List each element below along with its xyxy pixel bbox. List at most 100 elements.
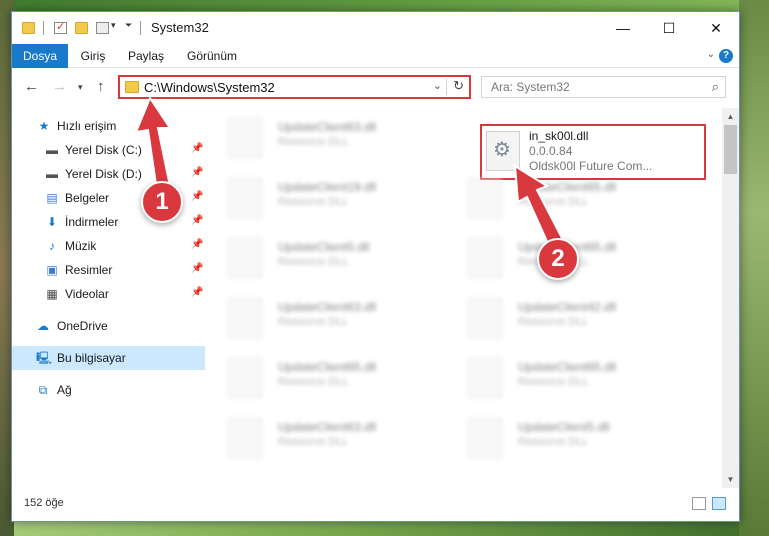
pin-icon[interactable]: 📌 (191, 239, 203, 250)
network-icon: ⧉ (38, 383, 48, 397)
list-item[interactable]: UpdateClient63.dll Resource DLL (208, 112, 438, 166)
address-bar[interactable]: C:\Windows\System32 ⌄ ↻ (118, 75, 471, 99)
status-bar: 152 öğe (12, 488, 739, 521)
title-bar: ▾ ⏷ System32 — ☐ ✕ (12, 12, 739, 44)
sidebar-item-quick-access[interactable]: ★ Hızlı erişim (12, 114, 205, 138)
file-name: UpdateClient65.dll (518, 180, 617, 194)
sidebar-item-label: Resimler (65, 263, 113, 277)
gear-icon: ⚙ (493, 139, 511, 161)
list-item[interactable]: UpdateClient19.dll Resource DLL (208, 172, 438, 226)
tab-home[interactable]: Giriş (76, 44, 110, 68)
sidebar-item-pictures[interactable]: ▣ Resimler 📌 (12, 258, 205, 282)
vertical-scrollbar[interactable]: ▲ ▼ (722, 108, 739, 488)
file-name: UpdateClient63.dll (278, 420, 377, 434)
tab-share[interactable]: Paylaş (125, 44, 167, 68)
minimize-button[interactable]: — (600, 12, 646, 44)
file-name: UpdateClient42.dll (518, 300, 617, 314)
scroll-up-icon[interactable]: ▲ (722, 108, 739, 125)
list-item[interactable]: UpdateClient65.dll Resource DLL (208, 352, 438, 406)
title-separator (43, 21, 44, 35)
music-icon: ♪ (49, 239, 55, 253)
refresh-icon[interactable]: ↻ (453, 78, 464, 94)
address-separator (446, 79, 447, 95)
sidebar-item-onedrive[interactable]: ☁ OneDrive (12, 314, 205, 338)
back-arrow-icon[interactable]: ← (24, 78, 39, 95)
file-name: UpdateClient5.dll (518, 420, 610, 434)
list-item[interactable]: UpdateClient65.dll Resource DLL (448, 172, 678, 226)
step-1-badge: 1 (141, 181, 183, 223)
sidebar-item-videos[interactable]: ▦ Videolar 📌 (12, 282, 205, 306)
up-arrow-icon[interactable]: ↑ (97, 78, 105, 95)
sidebar-item-label: İndirmeler (65, 215, 119, 229)
list-item[interactable]: UpdateClient5.dll Resource DLL (448, 412, 678, 466)
scroll-down-icon[interactable]: ▼ (722, 471, 739, 488)
file-description: Resource DLL (278, 196, 349, 208)
tiles-view-icon[interactable] (712, 497, 726, 510)
file-description: Resource DLL (278, 136, 349, 148)
sidebar-item-disk-d[interactable]: ▬ Yerel Disk (D:) 📌 (12, 162, 205, 186)
star-icon: ★ (38, 119, 50, 133)
file-list: UpdateClient63.dll Resource DLL UpdateCl… (208, 108, 722, 488)
tab-file[interactable]: Dosya (12, 44, 68, 68)
step-2-badge: 2 (537, 238, 579, 280)
search-placeholder: Ara: System32 (491, 80, 570, 94)
sidebar-item-label: Videolar (65, 287, 109, 301)
file-description: Resource DLL (518, 436, 589, 448)
pin-icon[interactable]: 📌 (191, 167, 203, 178)
file-name: UpdateClient5.dll (278, 240, 370, 254)
properties-check-icon[interactable] (54, 20, 67, 34)
list-item[interactable]: UpdateClient5.dll Resource DLL (208, 232, 438, 286)
sidebar-item-disk-c[interactable]: ▬ Yerel Disk (C:) 📌 (12, 138, 205, 162)
sidebar-item-label: Hızlı erişim (57, 119, 117, 133)
tab-view[interactable]: Görünüm (186, 44, 238, 68)
recent-locations-icon[interactable]: ▾ (78, 82, 83, 93)
pin-icon[interactable]: 📌 (191, 287, 203, 298)
ribbon-expand-icon[interactable]: ⌄ (707, 49, 715, 60)
chevron-down-icon[interactable]: ▾ (111, 20, 116, 31)
new-folder-icon[interactable] (75, 22, 88, 34)
customize-icon[interactable] (96, 22, 109, 34)
dll-file-icon (228, 358, 262, 398)
forward-arrow-icon[interactable]: → (52, 78, 67, 95)
help-icon[interactable]: ? (719, 49, 733, 63)
sidebar-item-music[interactable]: ♪ Müzik 📌 (12, 234, 205, 258)
sidebar-item-label: Ağ (57, 383, 72, 397)
scroll-thumb[interactable] (724, 125, 737, 174)
file-description: Resource DLL (518, 316, 589, 328)
sidebar-item-this-pc[interactable]: 🖳 Bu bilgisayar (12, 346, 205, 370)
dll-file-icon (228, 238, 262, 278)
title-separator (140, 21, 141, 35)
item-count: 152 öğe (24, 497, 64, 509)
background-tree-right (739, 0, 769, 536)
pin-icon[interactable]: 📌 (191, 143, 203, 154)
details-view-icon[interactable] (692, 497, 706, 510)
sidebar-item-label: Yerel Disk (C:) (65, 143, 142, 157)
chevron-down-icon[interactable]: ⌄ (433, 79, 442, 92)
list-item[interactable]: UpdateClient63.dll Resource DLL (208, 292, 438, 346)
list-item[interactable]: UpdateClient65.dll Resource DLL (448, 352, 678, 406)
dll-file-icon (228, 178, 262, 218)
pin-icon[interactable]: 📌 (191, 263, 203, 274)
close-button[interactable]: ✕ (693, 12, 739, 44)
quick-access-dropdown-icon[interactable]: ⏷ (125, 20, 132, 31)
sidebar-item-label: OneDrive (57, 319, 108, 333)
sidebar-item-network[interactable]: ⧉ Ağ (12, 378, 205, 402)
file-name: UpdateClient63.dll (278, 120, 377, 134)
file-description: Resource DLL (278, 376, 349, 388)
maximize-button[interactable]: ☐ (646, 12, 692, 44)
file-name: UpdateClient19.dll (278, 180, 377, 194)
explorer-window: ▾ ⏷ System32 — ☐ ✕ Dosya Giriş Paylaş Gö… (11, 11, 740, 522)
navigation-pane: ★ Hızlı erişim ▬ Yerel Disk (C:) 📌 ▬ Yer… (12, 108, 205, 488)
pin-icon[interactable]: 📌 (191, 191, 203, 202)
address-path[interactable]: C:\Windows\System32 (144, 80, 275, 95)
list-item[interactable]: UpdateClient63.dll Resource DLL (208, 412, 438, 466)
dll-file-icon (468, 418, 502, 458)
file-description: Oldsk00l Future Com... (529, 159, 653, 173)
list-item[interactable]: UpdateClient42.dll Resource DLL (448, 292, 678, 346)
dll-file-icon (468, 358, 502, 398)
search-input[interactable]: Ara: System32 ⌕ (481, 76, 726, 98)
search-icon[interactable]: ⌕ (712, 79, 719, 95)
dll-file-icon (228, 418, 262, 458)
pictures-icon: ▣ (46, 263, 58, 277)
pin-icon[interactable]: 📌 (191, 215, 203, 226)
